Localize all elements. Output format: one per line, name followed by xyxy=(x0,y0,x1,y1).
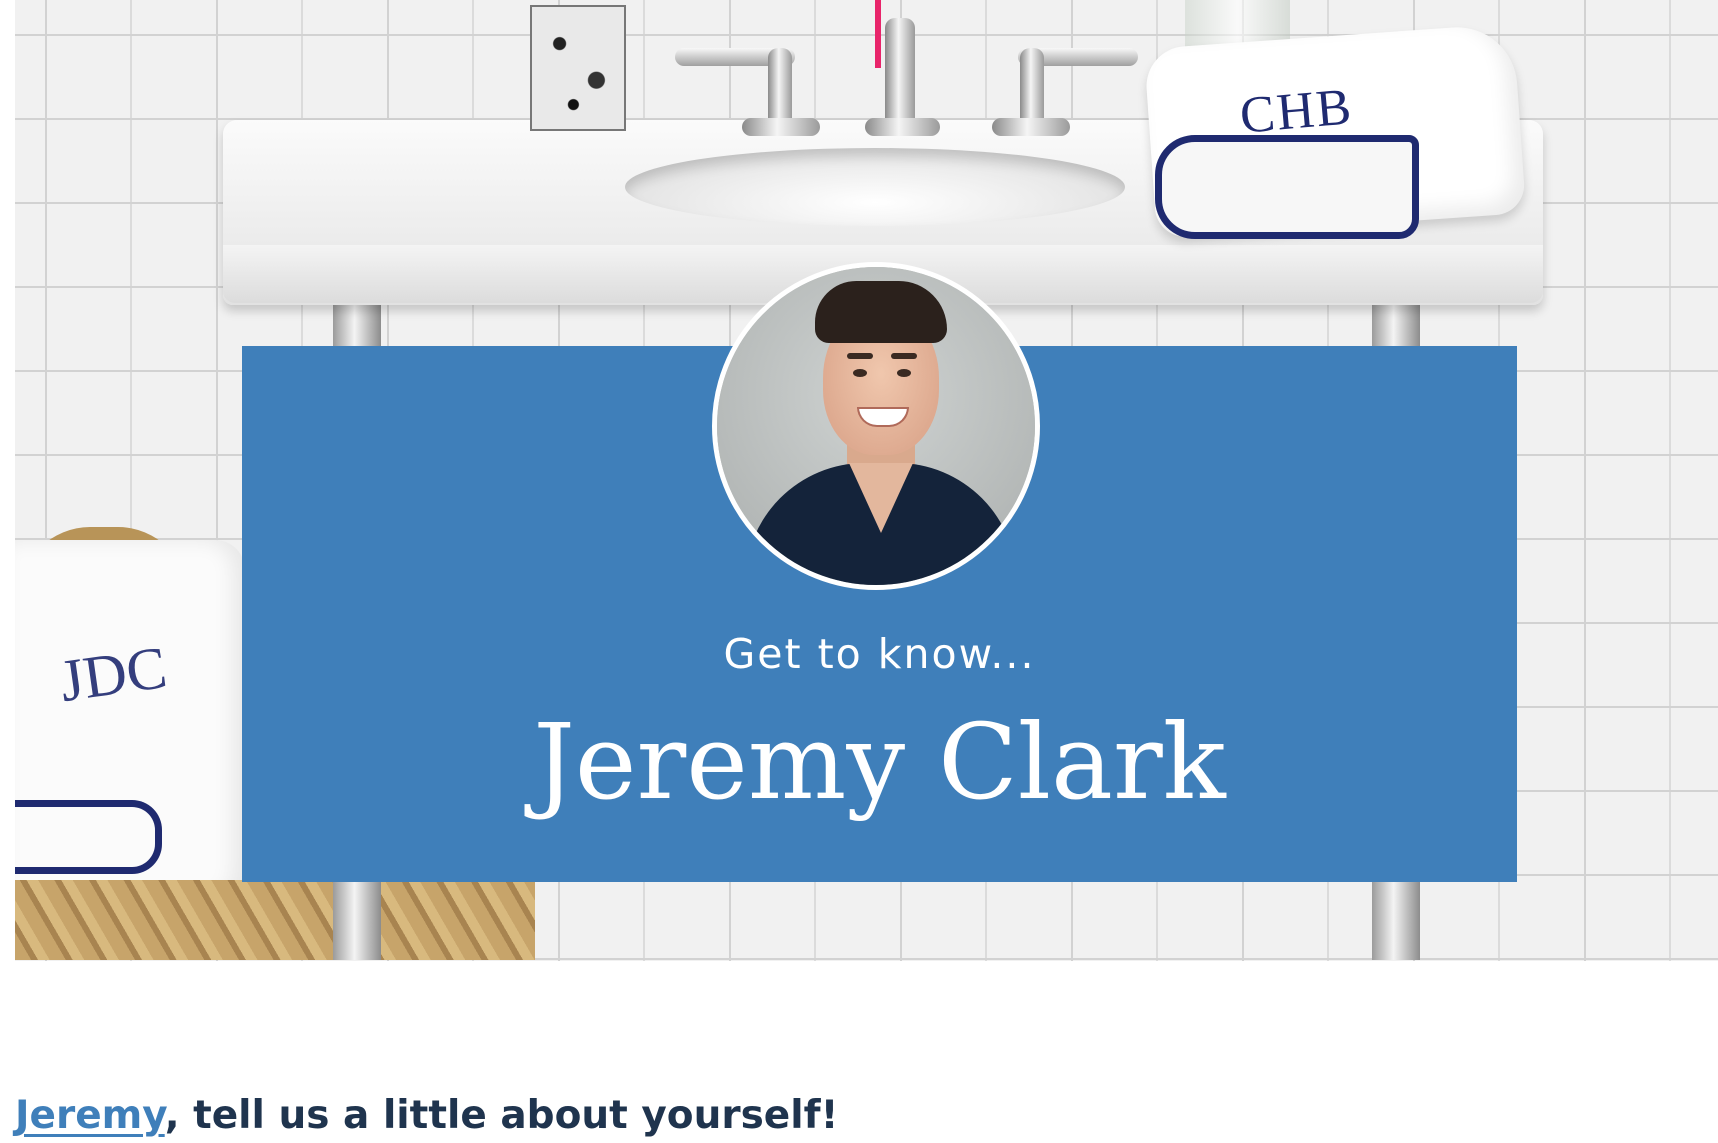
sink-basin xyxy=(625,148,1125,226)
marble-toothbrush-holder xyxy=(530,5,626,131)
profile-name-heading: Jeremy Clark xyxy=(533,701,1226,823)
towel-trim-right xyxy=(1155,135,1419,239)
towel-trim-left xyxy=(15,800,162,874)
avatar-hair xyxy=(815,281,947,343)
woven-basket xyxy=(15,880,535,960)
towel-monogram-left: JDC xyxy=(55,633,171,715)
faucet-base xyxy=(865,118,940,136)
intro-heading: Jeremy, tell us a little about yourself! xyxy=(15,1093,838,1138)
faucet-base-left xyxy=(742,118,820,136)
profile-name-link[interactable]: Jeremy xyxy=(15,1093,165,1138)
avatar-eye-left xyxy=(853,369,867,377)
towel-monogram-right: CHB xyxy=(1237,78,1356,145)
intro-heading-text: , tell us a little about yourself! xyxy=(164,1093,839,1138)
banner-kicker: Get to know... xyxy=(723,630,1036,678)
faucet-base-right xyxy=(992,118,1070,136)
avatar-eyebrow-left xyxy=(847,353,873,359)
profile-avatar xyxy=(712,262,1040,590)
avatar-eye-right xyxy=(897,369,911,377)
avatar-eyebrow-right xyxy=(891,353,917,359)
accent-marker xyxy=(875,0,881,68)
